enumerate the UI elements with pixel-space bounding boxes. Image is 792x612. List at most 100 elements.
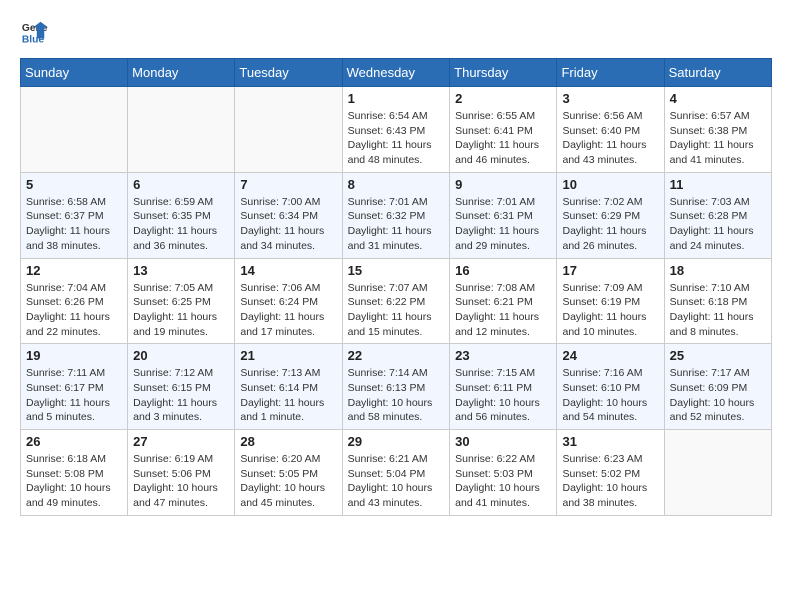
day-number: 14 xyxy=(240,263,336,278)
calendar-week-row: 19 Sunrise: 7:11 AM Sunset: 6:17 PM Dayli… xyxy=(21,344,772,430)
calendar-cell: 3Sunrise: 6:56 AM Sunset: 6:40 PM Daylig… xyxy=(557,87,664,173)
day-info: Sunrise: 7:07 AM Sunset: 6:22 PM Dayligh… xyxy=(348,281,445,340)
day-number: 5 xyxy=(26,177,122,192)
day-info: Sunrise: 7:10 AM Sunset: 6:18 PM Dayligh… xyxy=(670,281,766,340)
day-number: 18 xyxy=(670,263,766,278)
calendar-cell xyxy=(21,87,128,173)
calendar-header-row: SundayMondayTuesdayWednesdayThursdayFrid… xyxy=(21,59,772,87)
day-of-week-header: Friday xyxy=(557,59,664,87)
day-number: 11 xyxy=(670,177,766,192)
calendar-week-row: 1Sunrise: 6:54 AM Sunset: 6:43 PM Daylig… xyxy=(21,87,772,173)
calendar-cell: 19 Sunrise: 7:11 AM Sunset: 6:17 PM Dayli… xyxy=(21,344,128,430)
day-info: Sunrise: 7:06 AM Sunset: 6:24 PM Dayligh… xyxy=(240,281,336,340)
calendar-week-row: 5 Sunrise: 6:58 AM Sunset: 6:37 PM Daylig… xyxy=(21,172,772,258)
day-info: Sunrise: 7:04 AM Sunset: 6:26 PM Dayligh… xyxy=(26,281,122,340)
day-number: 30 xyxy=(455,434,551,449)
day-of-week-header: Monday xyxy=(128,59,235,87)
calendar-cell: 7 Sunrise: 7:00 AM Sunset: 6:34 PM Daylig… xyxy=(235,172,342,258)
calendar-cell: 27 Sunrise: 6:19 AM Sunset: 5:06 PM Dayli… xyxy=(128,430,235,516)
calendar-cell xyxy=(235,87,342,173)
calendar-cell: 5 Sunrise: 6:58 AM Sunset: 6:37 PM Daylig… xyxy=(21,172,128,258)
day-info: Sunrise: 7:16 AM Sunset: 6:10 PM Dayligh… xyxy=(562,366,658,425)
day-number: 13 xyxy=(133,263,229,278)
day-info: Sunrise: 7:14 AM Sunset: 6:13 PM Dayligh… xyxy=(348,366,445,425)
page-header: General Blue xyxy=(20,20,772,48)
calendar-cell: 29 Sunrise: 6:21 AM Sunset: 5:04 PM Dayli… xyxy=(342,430,450,516)
day-info: Sunrise: 7:05 AM Sunset: 6:25 PM Dayligh… xyxy=(133,281,229,340)
calendar-cell xyxy=(128,87,235,173)
day-info: Sunrise: 7:12 AM Sunset: 6:15 PM Dayligh… xyxy=(133,366,229,425)
calendar-cell: 9 Sunrise: 7:01 AM Sunset: 6:31 PM Daylig… xyxy=(450,172,557,258)
day-of-week-header: Saturday xyxy=(664,59,771,87)
day-of-week-header: Wednesday xyxy=(342,59,450,87)
calendar-cell: 22 Sunrise: 7:14 AM Sunset: 6:13 PM Dayli… xyxy=(342,344,450,430)
day-info: Sunrise: 6:18 AM Sunset: 5:08 PM Dayligh… xyxy=(26,452,122,511)
calendar-cell: 16 Sunrise: 7:08 AM Sunset: 6:21 PM Dayli… xyxy=(450,258,557,344)
day-info: Sunrise: 7:15 AM Sunset: 6:11 PM Dayligh… xyxy=(455,366,551,425)
day-info: Sunrise: 7:08 AM Sunset: 6:21 PM Dayligh… xyxy=(455,281,551,340)
day-info: Sunrise: 6:57 AM Sunset: 6:38 PM Dayligh… xyxy=(670,109,766,168)
day-info: Sunrise: 7:17 AM Sunset: 6:09 PM Dayligh… xyxy=(670,366,766,425)
day-info: Sunrise: 6:19 AM Sunset: 5:06 PM Dayligh… xyxy=(133,452,229,511)
day-number: 15 xyxy=(348,263,445,278)
day-number: 2 xyxy=(455,91,551,106)
day-number: 31 xyxy=(562,434,658,449)
day-number: 10 xyxy=(562,177,658,192)
day-info: Sunrise: 6:22 AM Sunset: 5:03 PM Dayligh… xyxy=(455,452,551,511)
day-info: Sunrise: 6:56 AM Sunset: 6:40 PM Dayligh… xyxy=(562,109,658,168)
day-info: Sunrise: 6:23 AM Sunset: 5:02 PM Dayligh… xyxy=(562,452,658,511)
day-info: Sunrise: 7:01 AM Sunset: 6:31 PM Dayligh… xyxy=(455,195,551,254)
day-info: Sunrise: 7:01 AM Sunset: 6:32 PM Dayligh… xyxy=(348,195,445,254)
day-number: 9 xyxy=(455,177,551,192)
day-of-week-header: Sunday xyxy=(21,59,128,87)
calendar-cell xyxy=(664,430,771,516)
day-info: Sunrise: 6:55 AM Sunset: 6:41 PM Dayligh… xyxy=(455,109,551,168)
calendar-cell: 17 Sunrise: 7:09 AM Sunset: 6:19 PM Dayli… xyxy=(557,258,664,344)
day-number: 25 xyxy=(670,348,766,363)
calendar-cell: 2 Sunrise: 6:55 AM Sunset: 6:41 PM Daylig… xyxy=(450,87,557,173)
day-number: 6 xyxy=(133,177,229,192)
calendar-cell: 6 Sunrise: 6:59 AM Sunset: 6:35 PM Daylig… xyxy=(128,172,235,258)
day-info: Sunrise: 6:54 AM Sunset: 6:43 PM Dayligh… xyxy=(348,109,445,168)
day-number: 19 xyxy=(26,348,122,363)
day-number: 28 xyxy=(240,434,336,449)
calendar-cell: 1Sunrise: 6:54 AM Sunset: 6:43 PM Daylig… xyxy=(342,87,450,173)
calendar-cell: 15 Sunrise: 7:07 AM Sunset: 6:22 PM Dayli… xyxy=(342,258,450,344)
calendar-cell: 30 Sunrise: 6:22 AM Sunset: 5:03 PM Dayli… xyxy=(450,430,557,516)
day-number: 26 xyxy=(26,434,122,449)
day-info: Sunrise: 7:11 AM Sunset: 6:17 PM Dayligh… xyxy=(26,366,122,425)
day-number: 17 xyxy=(562,263,658,278)
calendar-cell: 4Sunrise: 6:57 AM Sunset: 6:38 PM Daylig… xyxy=(664,87,771,173)
day-number: 7 xyxy=(240,177,336,192)
day-number: 16 xyxy=(455,263,551,278)
day-info: Sunrise: 7:09 AM Sunset: 6:19 PM Dayligh… xyxy=(562,281,658,340)
calendar-cell: 23 Sunrise: 7:15 AM Sunset: 6:11 PM Dayli… xyxy=(450,344,557,430)
calendar-cell: 20Sunrise: 7:12 AM Sunset: 6:15 PM Dayli… xyxy=(128,344,235,430)
day-number: 29 xyxy=(348,434,445,449)
logo: General Blue xyxy=(20,20,48,48)
calendar-cell: 11 Sunrise: 7:03 AM Sunset: 6:28 PM Dayli… xyxy=(664,172,771,258)
calendar-cell: 24 Sunrise: 7:16 AM Sunset: 6:10 PM Dayli… xyxy=(557,344,664,430)
day-info: Sunrise: 7:03 AM Sunset: 6:28 PM Dayligh… xyxy=(670,195,766,254)
day-number: 24 xyxy=(562,348,658,363)
day-info: Sunrise: 6:59 AM Sunset: 6:35 PM Dayligh… xyxy=(133,195,229,254)
day-number: 22 xyxy=(348,348,445,363)
calendar-cell: 31 Sunrise: 6:23 AM Sunset: 5:02 PM Dayli… xyxy=(557,430,664,516)
day-number: 8 xyxy=(348,177,445,192)
logo-icon: General Blue xyxy=(20,18,48,46)
day-number: 27 xyxy=(133,434,229,449)
day-of-week-header: Thursday xyxy=(450,59,557,87)
day-of-week-header: Tuesday xyxy=(235,59,342,87)
calendar-cell: 26 Sunrise: 6:18 AM Sunset: 5:08 PM Dayli… xyxy=(21,430,128,516)
day-info: Sunrise: 7:00 AM Sunset: 6:34 PM Dayligh… xyxy=(240,195,336,254)
day-info: Sunrise: 6:21 AM Sunset: 5:04 PM Dayligh… xyxy=(348,452,445,511)
day-number: 21 xyxy=(240,348,336,363)
calendar-cell: 14 Sunrise: 7:06 AM Sunset: 6:24 PM Dayli… xyxy=(235,258,342,344)
calendar-cell: 10Sunrise: 7:02 AM Sunset: 6:29 PM Dayli… xyxy=(557,172,664,258)
calendar-week-row: 12 Sunrise: 7:04 AM Sunset: 6:26 PM Dayli… xyxy=(21,258,772,344)
day-number: 12 xyxy=(26,263,122,278)
calendar-table: SundayMondayTuesdayWednesdayThursdayFrid… xyxy=(20,58,772,516)
day-info: Sunrise: 6:20 AM Sunset: 5:05 PM Dayligh… xyxy=(240,452,336,511)
day-info: Sunrise: 6:58 AM Sunset: 6:37 PM Dayligh… xyxy=(26,195,122,254)
day-number: 23 xyxy=(455,348,551,363)
